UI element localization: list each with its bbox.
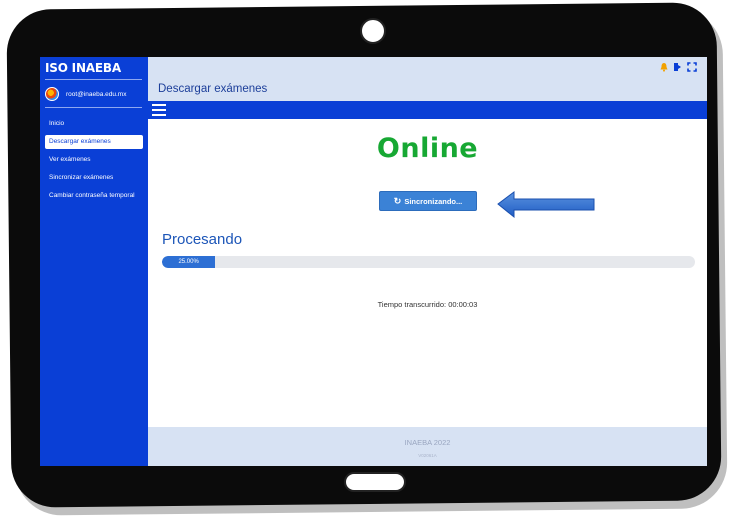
app-screen: ISO INAEBA root@inaeba.edu.mx Inicio Des…	[40, 57, 707, 466]
progress-bar: 25.00%	[162, 256, 695, 268]
camera-icon	[360, 18, 386, 44]
sync-button-label: Sincronizando...	[404, 196, 463, 206]
home-button[interactable]	[344, 472, 406, 492]
footer-text: INAEBA 2022	[404, 438, 451, 447]
footer: INAEBA 2022 V02061A	[148, 427, 707, 466]
pointer-arrow-icon	[497, 191, 595, 219]
logout-icon[interactable]	[673, 62, 683, 72]
divider	[45, 107, 142, 108]
online-status: Online	[376, 133, 479, 164]
header: Descargar exámenes	[148, 57, 707, 101]
sidebar: ISO INAEBA root@inaeba.edu.mx Inicio Des…	[40, 57, 148, 466]
sidebar-item-sincronizar-examenes[interactable]: Sincronizar exámenes	[45, 171, 143, 185]
sync-button[interactable]: ↻ Sincronizando...	[379, 191, 477, 211]
divider	[45, 79, 142, 80]
main-content: Online ↻ Sincronizando... Procesando 25.…	[148, 119, 707, 427]
sidebar-item-cambiar-contrasena[interactable]: Cambiar contraseña temporal	[45, 189, 143, 203]
fullscreen-icon[interactable]	[687, 62, 697, 72]
user-profile[interactable]: root@inaeba.edu.mx	[45, 85, 145, 103]
stage: ISO INAEBA root@inaeba.edu.mx Inicio Des…	[0, 0, 735, 519]
sidebar-item-inicio[interactable]: Inicio	[45, 117, 143, 131]
sidebar-nav: Inicio Descargar exámenes Ver exámenes S…	[45, 117, 143, 207]
menu-icon[interactable]	[152, 104, 166, 116]
sidebar-item-descargar-examenes[interactable]: Descargar exámenes	[45, 135, 143, 149]
toolbar	[148, 101, 707, 119]
header-icons	[659, 62, 697, 72]
sidebar-item-ver-examenes[interactable]: Ver exámenes	[45, 153, 143, 167]
page-title: Descargar exámenes	[158, 83, 268, 95]
avatar	[45, 87, 59, 101]
logo: ISO INAEBA	[45, 61, 121, 75]
elapsed-time: Tiempo transcurrido: 00:00:03	[377, 300, 478, 309]
spinner-icon: ↻	[393, 195, 402, 206]
bell-icon[interactable]	[659, 62, 669, 72]
user-email: root@inaeba.edu.mx	[66, 90, 127, 98]
progress-fill: 25.00%	[162, 256, 216, 268]
processing-heading: Procesando	[162, 231, 243, 248]
footer-version: V02061A	[418, 453, 437, 458]
